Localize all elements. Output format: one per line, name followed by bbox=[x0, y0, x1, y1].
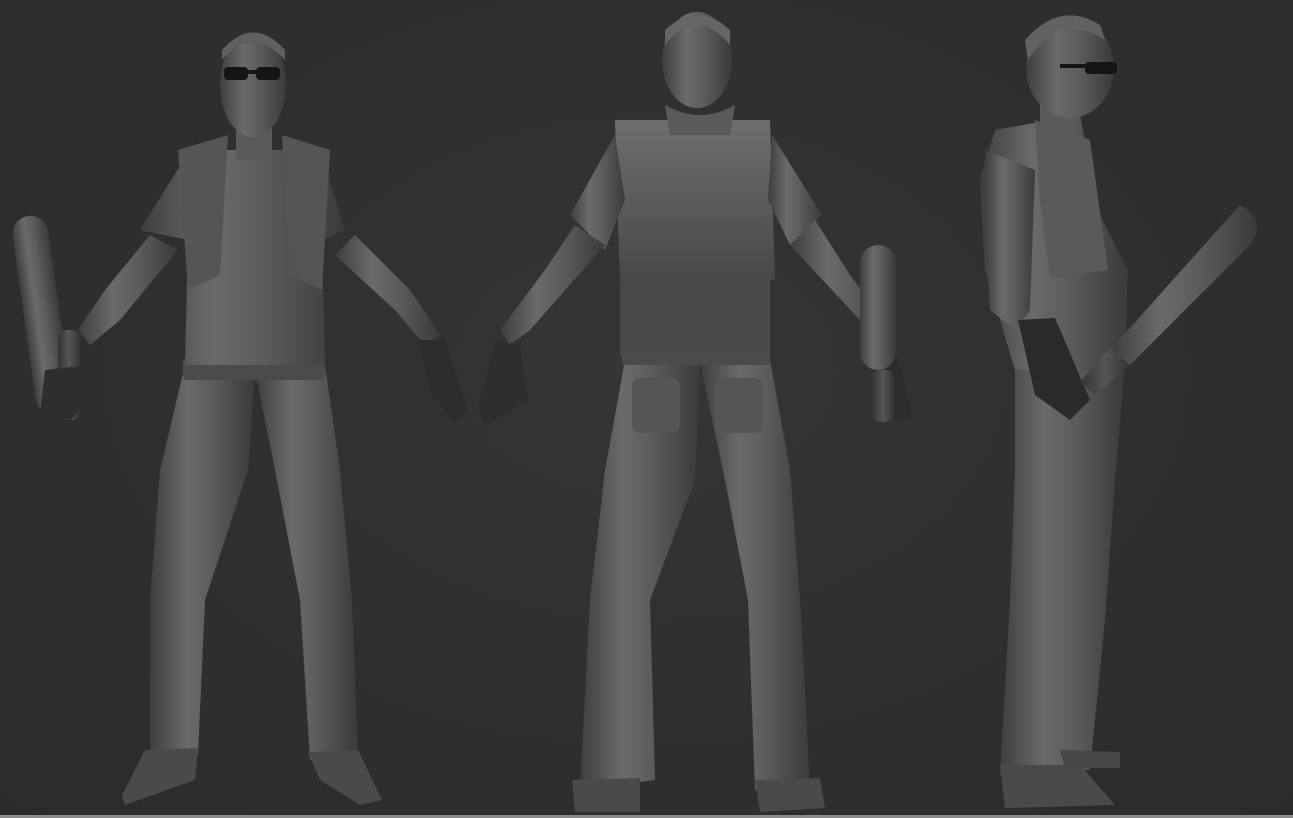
sunglasses-side bbox=[1085, 62, 1117, 74]
bat-back bbox=[860, 245, 896, 422]
sunglasses-front bbox=[224, 67, 248, 80]
front-view bbox=[12, 32, 468, 805]
character-turnaround bbox=[12, 12, 1258, 812]
back-view bbox=[478, 12, 912, 812]
sculpt-viewport[interactable] bbox=[0, 0, 1293, 818]
side-view bbox=[980, 15, 1258, 808]
